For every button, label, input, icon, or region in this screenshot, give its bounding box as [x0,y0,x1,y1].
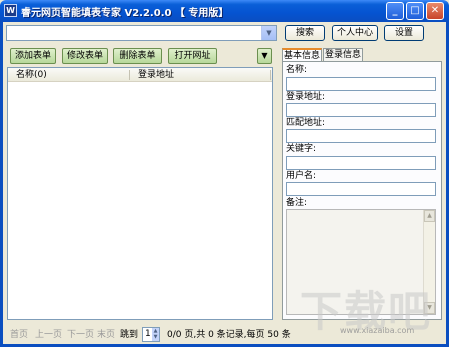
column-header-login-address[interactable]: 登录地址 [138,69,174,81]
edit-form-button[interactable]: 修改表单 [62,48,108,64]
jump-label: 跳到 [120,330,139,340]
next-page-link[interactable]: 下一页 [67,330,94,341]
title-bar: W 睿元网页智能填表专家 V2.2.0.0 【 专用版】 _ □ ✕ [0,0,449,22]
last-page-link[interactable]: 末页 [97,330,115,341]
prev-page-link[interactable]: 上一页 [35,330,62,341]
username-field[interactable] [286,182,436,196]
login-address-label: 登录地址: [286,92,326,102]
tab-login-info[interactable]: 登录信息 [323,48,363,61]
column-header-name[interactable]: 名称(0) [16,69,47,81]
username-label: 用户名: [286,171,317,181]
page-jump-value[interactable]: 1 [145,329,151,340]
chevron-down-icon[interactable]: ▼ [261,26,276,40]
add-form-button[interactable]: 添加表单 [10,48,56,64]
page-jump-spinner[interactable]: 1 ▲ ▼ [142,327,160,342]
watermark-url: www.xiazaiba.com [340,326,415,335]
first-page-link[interactable]: 首页 [10,330,28,341]
open-url-button[interactable]: 打开网址 [168,48,217,64]
remark-label: 备注: [286,198,308,208]
settings-button[interactable]: 设置 [384,25,424,41]
name-field[interactable] [286,77,436,91]
keyword-label: 关键字: [286,144,317,154]
search-button[interactable]: 搜索 [285,25,325,41]
form-list[interactable]: 名称(0) 登录地址 [7,67,273,320]
url-combobox[interactable]: ▼ [6,25,277,41]
column-divider[interactable] [270,70,271,80]
tab-basic-info[interactable]: 基本信息 [282,48,322,62]
pager-status: 0/0 页,共 0 条记录,每页 50 条 [167,330,291,340]
app-icon: W [4,4,17,17]
maximize-button[interactable]: □ [406,2,424,20]
spinner-arrows-icon[interactable]: ▲ ▼ [152,328,159,341]
dropdown-arrow-icon[interactable]: ▼ [257,48,272,64]
minimize-button[interactable]: _ [386,2,404,20]
list-header: 名称(0) 登录地址 [8,68,272,82]
personal-center-button[interactable]: 个人中心 [332,25,378,41]
match-address-label: 匹配地址: [286,118,326,128]
close-button[interactable]: ✕ [426,2,444,20]
login-address-field[interactable] [286,103,436,117]
column-divider[interactable] [129,70,130,80]
delete-form-button[interactable]: 删除表单 [113,48,162,64]
window-title: 睿元网页智能填表专家 V2.2.0.0 【 专用版】 [21,8,229,19]
match-address-field[interactable] [286,129,436,143]
keyword-field[interactable] [286,156,436,170]
scroll-up-icon[interactable]: ▲ [424,210,435,222]
name-label: 名称: [286,65,308,75]
